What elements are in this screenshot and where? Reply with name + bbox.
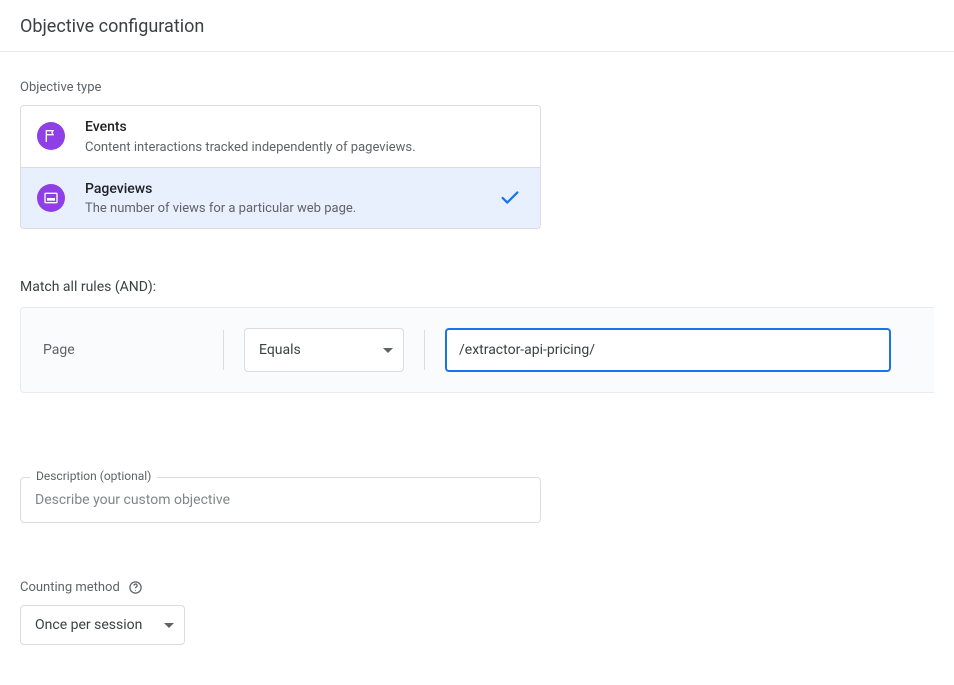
events-body: Events Content interactions tracked inde…	[85, 118, 524, 155]
counting-section: Counting method Once per session	[20, 579, 934, 645]
pageviews-body: Pageviews The number of views for a part…	[85, 180, 496, 217]
page-title: Objective configuration	[0, 0, 954, 52]
rule-row: Page Equals	[21, 308, 934, 392]
description-input[interactable]	[20, 477, 541, 523]
counting-label-row: Counting method	[20, 579, 934, 595]
chevron-down-icon	[164, 623, 174, 628]
description-floating-label: Description (optional)	[30, 469, 157, 483]
pageview-icon	[37, 184, 65, 212]
separator	[223, 330, 224, 370]
rule-field-label: Page	[43, 342, 203, 358]
rule-value-input[interactable]	[445, 328, 891, 372]
rule-operator-dropdown[interactable]: Equals	[244, 328, 404, 372]
check-icon	[496, 187, 524, 209]
objective-type-label: Objective type	[20, 80, 934, 95]
description-field: Description (optional)	[20, 477, 541, 523]
flag-icon	[37, 122, 65, 150]
help-icon[interactable]	[128, 579, 144, 595]
rule-operator-value: Equals	[259, 342, 301, 358]
events-title: Events	[85, 118, 524, 138]
counting-method-dropdown[interactable]: Once per session	[20, 605, 185, 645]
separator	[424, 330, 425, 370]
counting-method-label: Counting method	[20, 580, 120, 595]
match-rules-label: Match all rules (AND):	[0, 279, 954, 295]
pageviews-subtitle: The number of views for a particular web…	[85, 201, 496, 216]
objective-type-pageviews[interactable]: Pageviews The number of views for a part…	[21, 167, 540, 229]
counting-method-value: Once per session	[35, 617, 142, 633]
objective-type-list: Events Content interactions tracked inde…	[20, 105, 541, 229]
objective-type-events[interactable]: Events Content interactions tracked inde…	[21, 106, 540, 167]
pageviews-title: Pageviews	[85, 180, 496, 200]
rules-panel: Page Equals	[20, 307, 934, 393]
events-subtitle: Content interactions tracked independent…	[85, 140, 524, 155]
chevron-down-icon	[383, 348, 393, 353]
